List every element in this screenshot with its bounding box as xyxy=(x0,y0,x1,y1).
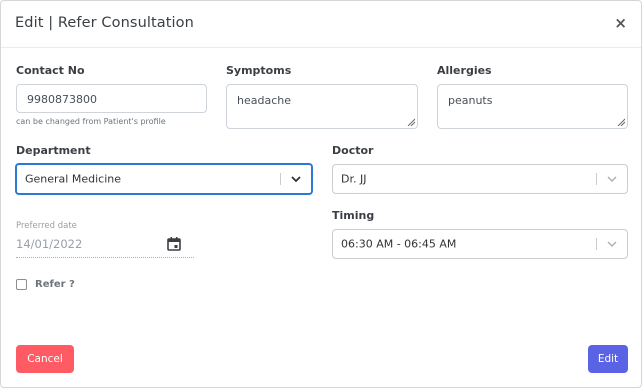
timing-selected-value: 06:30 AM - 06:45 AM xyxy=(341,237,457,251)
timing-label: Timing xyxy=(332,209,375,222)
resize-grip-icon[interactable] xyxy=(407,118,415,126)
calendar-icon[interactable] xyxy=(166,236,182,252)
refer-checkbox[interactable] xyxy=(16,279,27,290)
symptoms-value: headache xyxy=(237,94,291,107)
contact-input[interactable]: 9980873800 xyxy=(16,84,207,113)
allergies-value: peanuts xyxy=(448,94,493,107)
chevron-down-icon[interactable] xyxy=(289,174,303,184)
cancel-button[interactable]: Cancel xyxy=(16,345,74,373)
chevron-down-icon[interactable] xyxy=(605,174,619,184)
modal-header: Edit | Refer Consultation × xyxy=(1,1,641,48)
edit-refer-modal: Edit | Refer Consultation × Contact No 9… xyxy=(0,0,642,388)
doctor-select[interactable]: Dr. JJ xyxy=(332,164,628,194)
select-separator xyxy=(596,173,597,185)
symptoms-textarea[interactable]: headache xyxy=(226,84,418,129)
allergies-label: Allergies xyxy=(437,64,492,77)
contact-label: Contact No xyxy=(16,64,85,77)
allergies-textarea[interactable]: peanuts xyxy=(437,84,628,129)
contact-help-text: can be changed from Patient's profile xyxy=(16,117,166,126)
select-separator xyxy=(280,173,281,185)
edit-button[interactable]: Edit xyxy=(588,345,628,373)
doctor-label: Doctor xyxy=(332,144,374,157)
contact-value: 9980873800 xyxy=(27,93,97,106)
close-button[interactable]: × xyxy=(614,15,627,31)
department-selected-value: General Medicine xyxy=(25,172,121,186)
modal-title: Edit | Refer Consultation xyxy=(15,15,194,31)
resize-grip-icon[interactable] xyxy=(617,118,625,126)
date-underline xyxy=(16,257,194,258)
select-separator xyxy=(596,238,597,250)
timing-select[interactable]: 06:30 AM - 06:45 AM xyxy=(332,229,628,259)
preferred-date-label: Preferred date xyxy=(16,221,77,231)
chevron-down-icon[interactable] xyxy=(605,239,619,249)
refer-checkbox-label[interactable]: Refer ? xyxy=(35,279,75,290)
doctor-selected-value: Dr. JJ xyxy=(341,172,367,186)
preferred-date-input[interactable]: 14/01/2022 xyxy=(16,237,82,251)
department-select[interactable]: General Medicine xyxy=(15,163,313,195)
department-label: Department xyxy=(16,144,91,157)
symptoms-label: Symptoms xyxy=(226,64,292,77)
